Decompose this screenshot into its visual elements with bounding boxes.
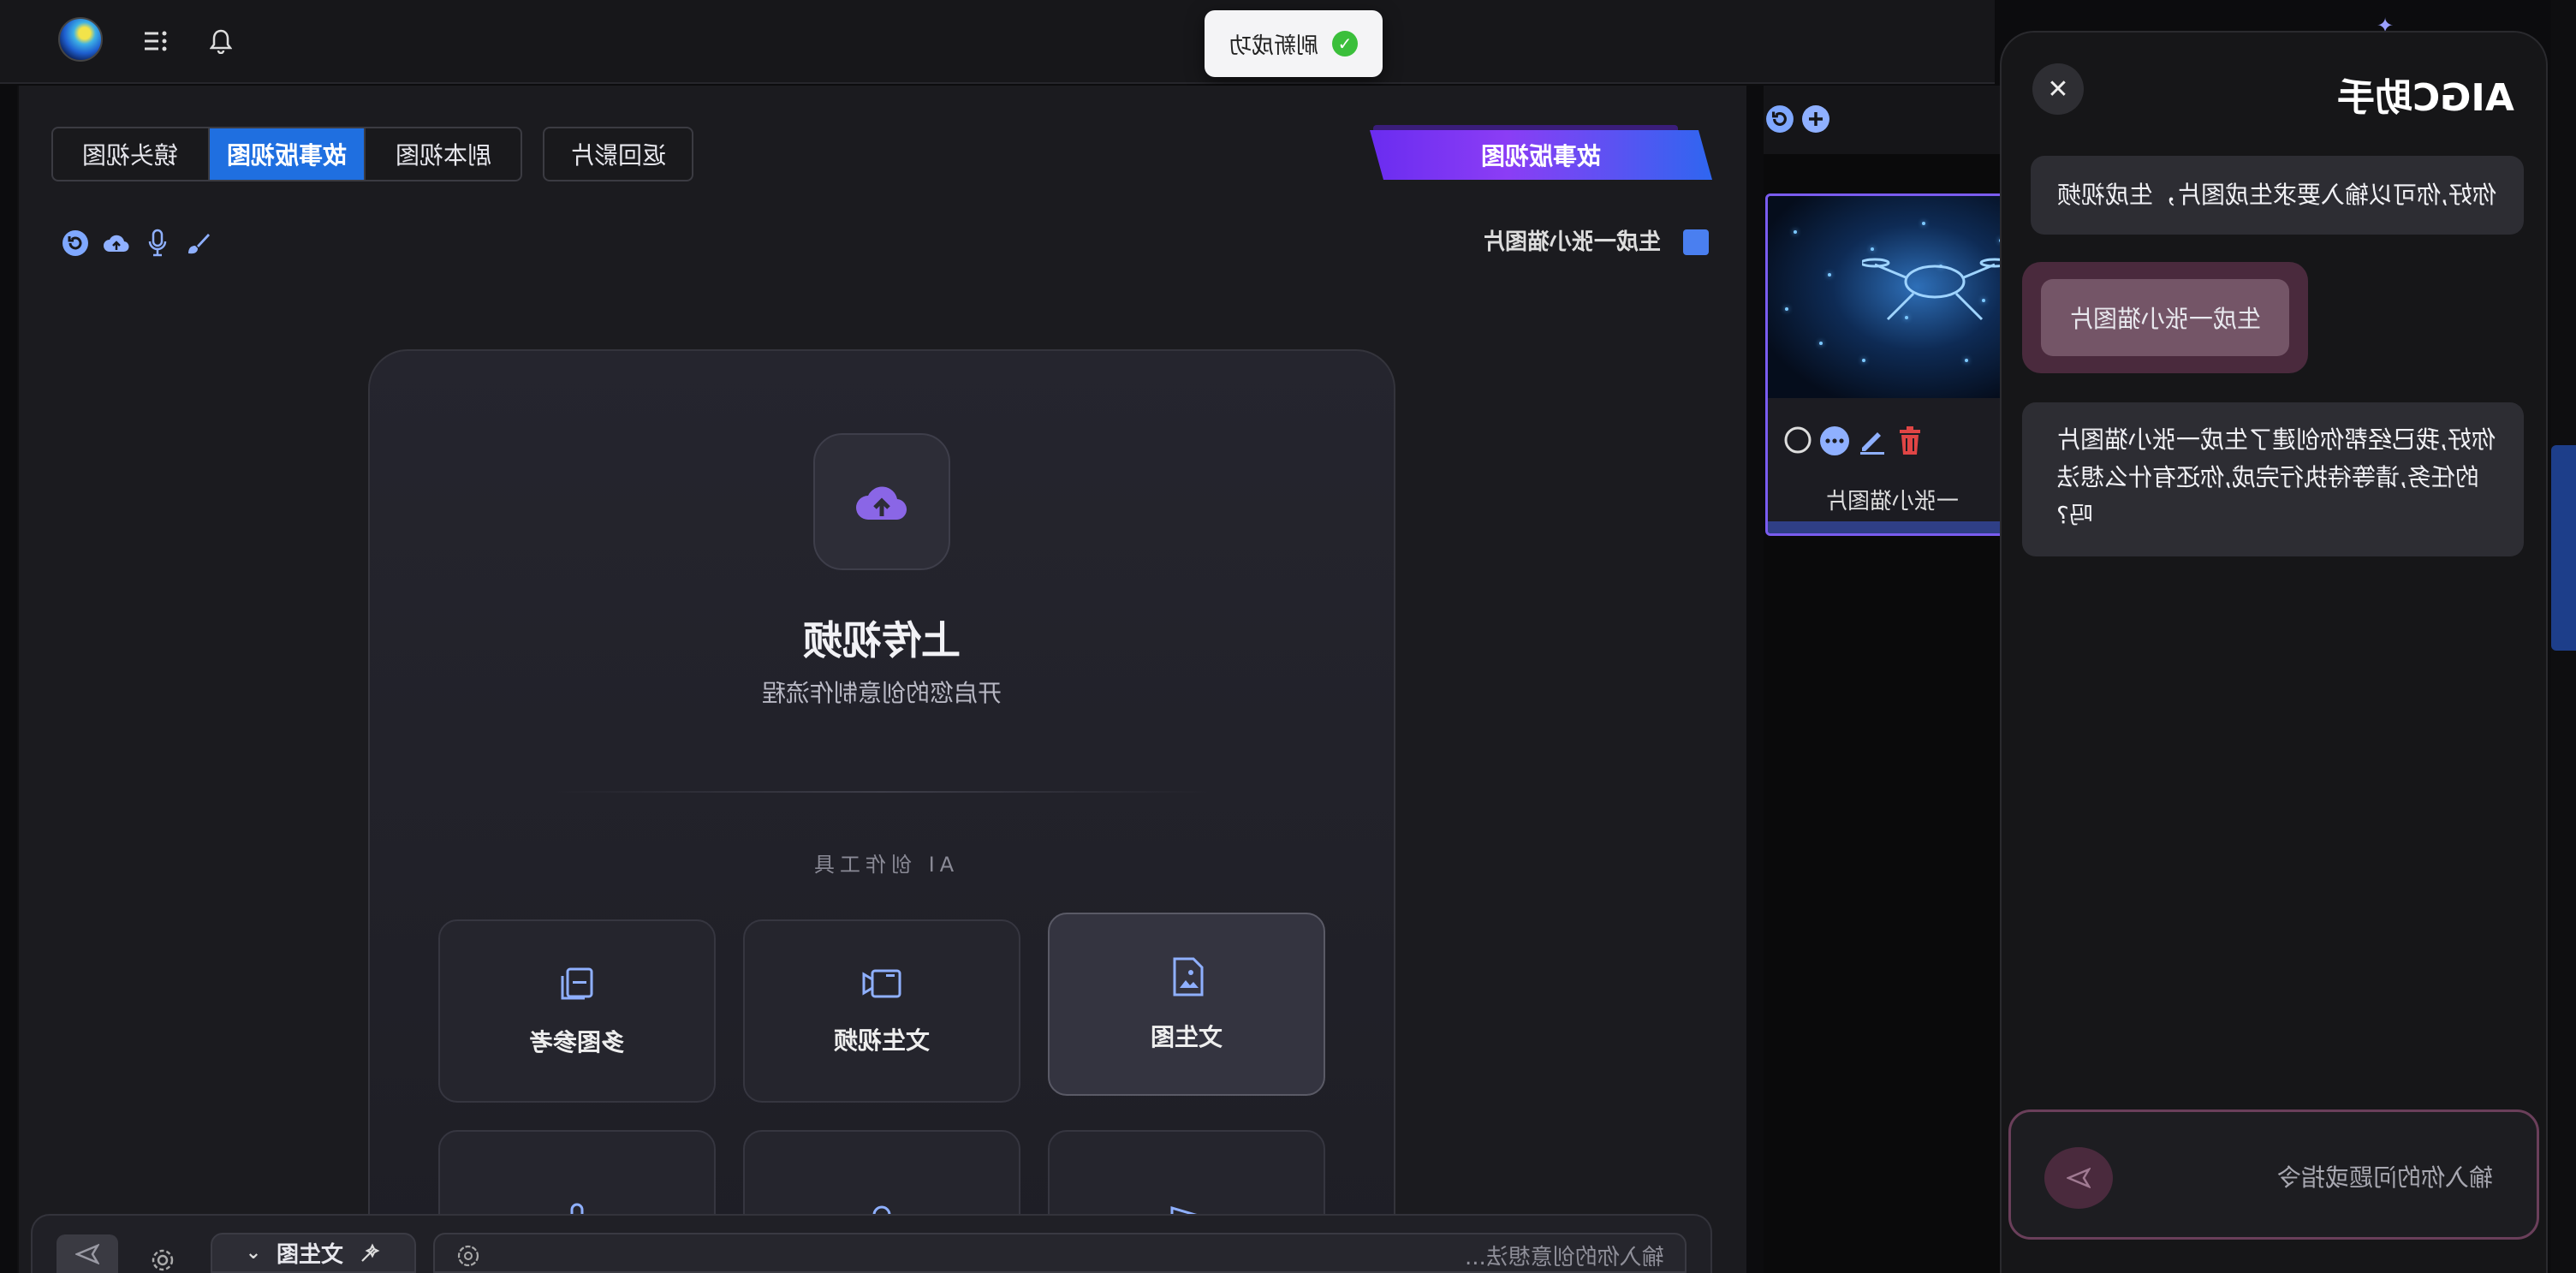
logo-globe-icon[interactable] (58, 17, 103, 62)
shot-caption: 一张小猫图片 (1824, 489, 1959, 515)
shot-progress-bar (1768, 521, 2011, 533)
openai-icon (455, 1243, 481, 1272)
more-icon[interactable] (1819, 425, 1850, 460)
trash-icon[interactable] (1896, 425, 1924, 460)
send-button[interactable] (57, 1234, 118, 1273)
bell-icon[interactable] (200, 21, 241, 62)
bot-message: 你好,你可以输入要求生成图片，生成视频 (2031, 156, 2524, 235)
cloud-upload-icon (856, 486, 907, 521)
video-icon (862, 969, 901, 998)
tab-script-view[interactable]: 剧本视图 (366, 128, 521, 180)
microphone-icon[interactable] (142, 228, 173, 259)
tab-shot-view[interactable]: 镜头视图 (53, 128, 210, 180)
send-icon (2067, 1168, 2091, 1188)
user-message: 生成一张小猫图片 (2041, 279, 2289, 356)
refresh-icon[interactable] (60, 228, 91, 259)
refresh-icon[interactable] (1765, 104, 1794, 137)
image-icon (1683, 229, 1709, 255)
image-icon (1173, 957, 1204, 996)
mode-selector[interactable]: ⌄ 文生图 (211, 1233, 416, 1273)
add-icon[interactable] (1801, 104, 1830, 137)
current-prompt-label: 生成一张小猫图片 (1483, 229, 1662, 255)
close-icon: ✕ (2047, 74, 2069, 104)
copy-icon (561, 967, 593, 1000)
assistant-input-placeholder: 输入你的问题或指令 (2277, 1163, 2494, 1192)
upload-title: 上传视频 (803, 617, 961, 663)
shot-thumbnail-image[interactable] (1768, 196, 2011, 398)
tool-text-to-image[interactable]: 文生图 (1048, 913, 1325, 1096)
close-button[interactable]: ✕ (2032, 63, 2084, 115)
success-toast: 刷新成功 ✓ (1205, 10, 1383, 77)
toast-message: 刷新成功 (1229, 33, 1318, 59)
tab-storyboard-view[interactable]: 故事版视图 (209, 128, 366, 180)
brush-icon[interactable] (183, 228, 214, 259)
drone-icon (1862, 258, 2008, 321)
send-icon (75, 1243, 99, 1264)
upload-subtitle: 开启您的创意制作流程 (761, 679, 1002, 707)
back-to-film-button[interactable]: 返回影片 (543, 127, 693, 181)
bot-message: 你好,我已经帮你创建了生成一张小猫图片 的任务,请等待执行完成,你还有什么想法 … (2022, 402, 2524, 556)
tool-label: 文生视频 (833, 1026, 930, 1055)
cloud-upload-icon[interactable] (101, 228, 132, 259)
edit-icon[interactable] (1857, 425, 1888, 460)
right-edge-tab[interactable] (2551, 445, 2576, 651)
circle-select-icon[interactable] (1783, 425, 1812, 458)
chevron-down-icon: ⌄ (245, 1242, 262, 1264)
storyboard-shot-card[interactable]: 一张小猫图片 (1765, 193, 2014, 536)
top-bar (0, 0, 1995, 84)
mode-label: 文生图 (277, 1242, 344, 1268)
view-tabs: 镜头视图 故事版视图 剧本视图 (51, 127, 522, 181)
shot-list-header (1764, 86, 2012, 154)
tool-label: 文生图 (1150, 1023, 1223, 1051)
wand-icon (361, 1243, 380, 1262)
tool-text-to-video[interactable]: 文生视频 (743, 919, 1020, 1103)
ai-tools-heading: AI 创作工具 (809, 853, 955, 877)
storyboard-view-badge[interactable]: 故事版视图 (1370, 130, 1712, 180)
check-icon: ✓ (1332, 31, 1358, 57)
tool-label: 多图参考 (528, 1028, 625, 1056)
creative-idea-input[interactable]: 输入你的创意想法... (433, 1233, 1687, 1273)
upload-button[interactable] (813, 433, 950, 570)
menu-icon[interactable] (135, 21, 176, 62)
gear-icon[interactable] (151, 1248, 175, 1273)
assistant-send-button[interactable] (2044, 1147, 2113, 1209)
divider (548, 791, 1216, 793)
tool-multi-image-reference[interactable]: 多图参考 (438, 919, 716, 1103)
assistant-title: AIGC助手 (2337, 76, 2514, 120)
input-placeholder: 输入你的创意想法... (1465, 1245, 1664, 1270)
